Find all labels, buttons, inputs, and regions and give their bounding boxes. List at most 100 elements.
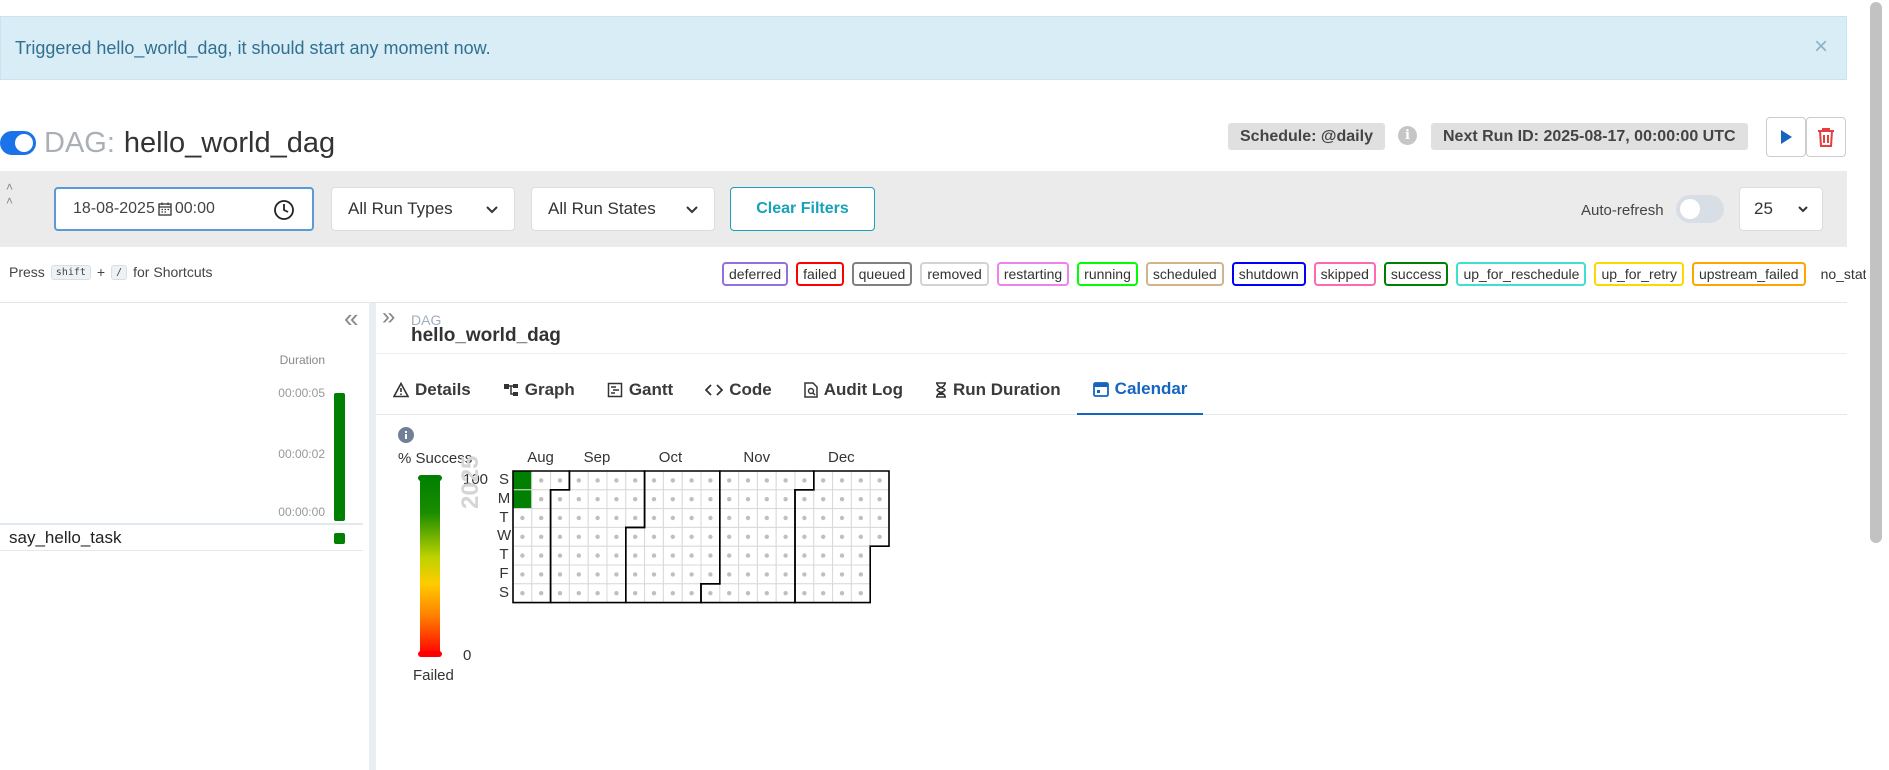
no-run-dot xyxy=(651,534,657,539)
duration-tick: 00:00:02 xyxy=(278,447,325,461)
dag-run-duration-bar[interactable] xyxy=(334,393,345,521)
dag-pause-toggle[interactable] xyxy=(0,131,36,155)
tab-code[interactable]: Code xyxy=(689,365,788,415)
month-label: Sep xyxy=(583,449,611,466)
delete-dag-button[interactable] xyxy=(1806,117,1846,157)
state-up-for-retry[interactable]: up_for_retry xyxy=(1594,262,1684,286)
calendar-day-2025-08-18[interactable] xyxy=(512,489,533,510)
state-shutdown[interactable]: shutdown xyxy=(1231,262,1306,286)
no-run-dot xyxy=(764,534,769,539)
no-run-dot xyxy=(745,478,751,483)
no-run-dot xyxy=(557,534,563,539)
task-instance-status[interactable] xyxy=(334,533,345,544)
no-run-dot xyxy=(539,572,544,577)
page-title: hello_world_dag xyxy=(123,126,336,159)
calendar-day-2025-08-17[interactable] xyxy=(512,470,533,491)
no-run-dot xyxy=(689,478,694,483)
no-run-dot xyxy=(651,497,657,502)
state-up-for-reschedule[interactable]: up_for_reschedule xyxy=(1456,262,1587,286)
state-removed[interactable]: removed xyxy=(920,262,989,286)
state-restarting[interactable]: restarting xyxy=(996,262,1070,286)
grid-pane: « Duration 00:00:05 00:00:02 00:00:00 sa… xyxy=(0,303,370,770)
no-run-dot xyxy=(576,497,581,502)
state-deferred[interactable]: deferred xyxy=(722,262,789,286)
filter-bar: ˄ ˄ 18-08-2025 00:00 All Run Types All Ru… xyxy=(0,171,1847,247)
no-run-dot xyxy=(745,572,751,577)
task-row[interactable]: say_hello_task xyxy=(0,523,363,551)
no-run-dot xyxy=(802,553,807,558)
tab-calendar[interactable]: Calendar xyxy=(1076,365,1204,415)
no-run-dot xyxy=(633,534,638,539)
dag-prefix: DAG: xyxy=(44,126,115,159)
no-run-dot xyxy=(633,591,638,596)
tab-audit-log[interactable]: Audit Log xyxy=(788,365,919,415)
no-run-dot xyxy=(802,534,807,539)
no-run-dot xyxy=(821,497,826,502)
page-size-select[interactable]: 25 xyxy=(1739,187,1823,231)
no-run-dot xyxy=(877,534,882,539)
no-run-dot xyxy=(595,591,600,596)
no-run-dot xyxy=(783,553,788,558)
no-run-dot xyxy=(595,515,600,521)
expand-details-icon[interactable]: » xyxy=(382,303,395,331)
breadcrumb[interactable]: hello_world_dag xyxy=(411,325,561,347)
collapse-header-icon[interactable]: ˄ ˄ xyxy=(6,180,13,208)
no-run-dot xyxy=(651,572,657,577)
no-run-dot xyxy=(783,478,788,483)
tab-label: Gantt xyxy=(628,380,674,399)
no-run-dot xyxy=(520,534,525,539)
no-run-dot xyxy=(858,478,863,483)
tab-run-duration[interactable]: Run Duration xyxy=(919,365,1077,415)
info-icon[interactable] xyxy=(398,427,414,448)
info-icon[interactable]: i xyxy=(1398,126,1417,145)
no-run-dot xyxy=(539,534,544,539)
duration-label: Duration xyxy=(279,353,325,367)
no-run-dot xyxy=(595,553,600,558)
scrollbar-thumb[interactable] xyxy=(1870,2,1882,543)
auto-refresh-toggle[interactable] xyxy=(1676,195,1724,223)
state-queued[interactable]: queued xyxy=(851,262,913,286)
no-run-dot xyxy=(614,534,619,539)
state-success[interactable]: success xyxy=(1383,262,1449,286)
trigger-dag-button[interactable] xyxy=(1766,117,1806,157)
no-run-dot xyxy=(557,478,563,483)
month-label: Dec xyxy=(828,449,855,466)
no-run-dot xyxy=(858,572,863,577)
no-run-dot xyxy=(745,534,751,539)
no-run-dot xyxy=(708,515,713,521)
collapse-grid-icon[interactable]: « xyxy=(344,303,358,333)
hourglass-icon xyxy=(936,382,947,398)
no-run-dot xyxy=(670,553,675,558)
month-label: Oct xyxy=(658,449,683,466)
state-upstream-failed[interactable]: upstream_failed xyxy=(1691,262,1806,286)
close-icon[interactable]: × xyxy=(1814,35,1828,59)
no-run-dot xyxy=(633,553,638,558)
no-run-dot xyxy=(839,591,845,596)
clear-filters-button[interactable]: Clear Filters xyxy=(730,187,875,231)
no-run-dot xyxy=(727,515,732,521)
state-failed[interactable]: failed xyxy=(796,262,844,286)
code-icon xyxy=(705,384,724,396)
tab-details[interactable]: Details xyxy=(376,365,487,415)
no-run-dot xyxy=(520,591,525,596)
chevron-down-icon xyxy=(486,206,498,214)
run-state-select[interactable]: All Run States xyxy=(531,187,715,231)
no-run-dot xyxy=(727,572,732,577)
no-run-dot xyxy=(764,553,769,558)
shortcut-suffix: for Shortcuts xyxy=(133,264,213,280)
no-run-dot xyxy=(708,534,713,539)
tab-gantt[interactable]: Gantt xyxy=(591,365,689,415)
state-running[interactable]: running xyxy=(1077,262,1138,286)
pane-resizer[interactable] xyxy=(369,303,376,770)
date-value: 18-08-2025 xyxy=(73,200,155,217)
no-run-dot xyxy=(670,591,675,596)
gradient-bottom-cap xyxy=(418,651,442,657)
state-skipped[interactable]: skipped xyxy=(1313,262,1376,286)
run-type-select[interactable]: All Run Types xyxy=(331,187,515,231)
no-run-dot xyxy=(595,478,600,483)
tab-label: Run Duration xyxy=(953,380,1061,399)
no-run-dot xyxy=(877,478,882,483)
base-date-input[interactable]: 18-08-2025 00:00 xyxy=(54,187,314,231)
state-scheduled[interactable]: scheduled xyxy=(1145,262,1224,286)
tab-graph[interactable]: Graph xyxy=(487,365,591,415)
